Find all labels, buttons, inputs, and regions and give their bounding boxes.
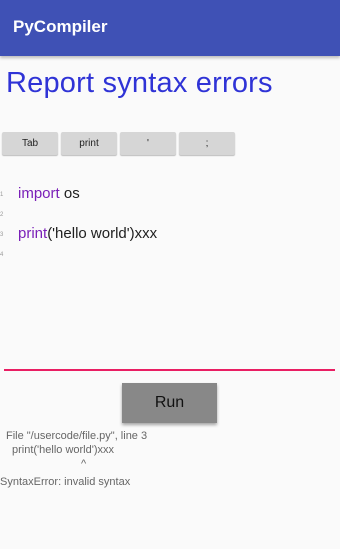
- code-line[interactable]: import os: [18, 185, 80, 202]
- line-number: 2: [0, 212, 4, 218]
- code-text: ('hello world')xxx: [47, 225, 158, 242]
- quote-key-button[interactable]: ': [120, 132, 176, 155]
- code-keyword: import: [18, 185, 60, 202]
- code-text: os: [59, 185, 80, 202]
- output-line: ^: [81, 458, 87, 470]
- tab-key-button[interactable]: Tab: [2, 132, 58, 155]
- code-editor[interactable]: 1 2 3 4 import os print('hello world')xx…: [0, 180, 340, 370]
- page-heading: Report syntax errors: [6, 67, 273, 99]
- app-title: PyCompiler: [13, 17, 108, 36]
- output-line: print('hello world')xxx: [12, 444, 115, 456]
- run-button[interactable]: Run: [122, 383, 217, 423]
- print-key-button[interactable]: print: [61, 132, 117, 155]
- app-screen: PyCompiler Report syntax errors Tab prin…: [0, 0, 340, 549]
- line-number: 3: [0, 232, 4, 238]
- editor-focus-underline: [4, 369, 335, 371]
- line-number: 4: [0, 252, 4, 258]
- code-line[interactable]: print('hello world')xxx: [18, 225, 157, 242]
- line-number: 1: [0, 192, 4, 198]
- output-line: SyntaxError: invalid syntax: [0, 476, 131, 488]
- semicolon-key-button[interactable]: ;: [179, 132, 235, 155]
- shortcut-key-bar: Tab print ' ;: [2, 132, 235, 155]
- app-bar: PyCompiler: [0, 0, 340, 56]
- code-keyword: print: [18, 225, 48, 242]
- output-line: File "/usercode/file.py", line 3: [6, 430, 148, 442]
